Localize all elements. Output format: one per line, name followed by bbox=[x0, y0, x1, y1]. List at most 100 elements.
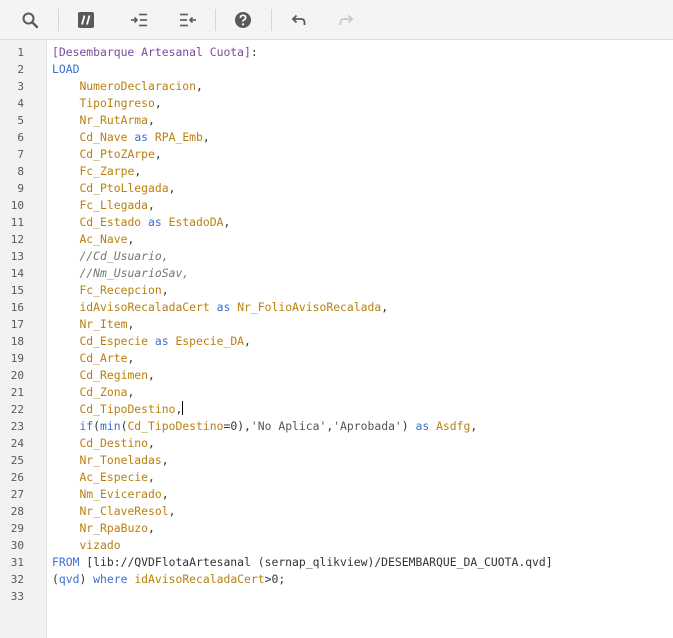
code-text[interactable]: Cd_PtoZArpe, bbox=[52, 146, 161, 163]
code-text[interactable]: Fc_Recepcion, bbox=[52, 282, 169, 299]
code-line[interactable]: 16 idAvisoRecaladaCert as Nr_FolioAvisoR… bbox=[0, 299, 673, 316]
code-text[interactable]: Nr_RpaBuzo, bbox=[52, 520, 154, 537]
code-line[interactable]: 12 Ac_Nave, bbox=[0, 231, 673, 248]
code-text[interactable]: LOAD bbox=[52, 61, 79, 78]
code-line[interactable]: 7 Cd_PtoZArpe, bbox=[0, 146, 673, 163]
code-text[interactable]: (qvd) where idAvisoRecaladaCert>0; bbox=[52, 571, 285, 588]
comment-toggle-icon bbox=[78, 12, 94, 28]
token-str: 'Aprobada' bbox=[333, 419, 402, 433]
token-field: Cd_TipoDestino bbox=[79, 402, 176, 416]
code-text[interactable]: Cd_Especie as Especie_DA, bbox=[52, 333, 250, 350]
token-punct: , bbox=[127, 317, 135, 331]
code-text[interactable]: Cd_PtoLlegada, bbox=[52, 180, 175, 197]
code-text[interactable]: Nm_Evicerado, bbox=[52, 486, 168, 503]
code-line[interactable]: 19 Cd_Arte, bbox=[0, 350, 673, 367]
code-line[interactable]: 2 LOAD bbox=[0, 61, 673, 78]
code-line[interactable]: 24 Cd_Destino, bbox=[0, 435, 673, 452]
token-field: idAvisoRecaladaCert bbox=[79, 300, 210, 314]
code-text[interactable]: Cd_TipoDestino, bbox=[52, 401, 184, 418]
code-line[interactable]: 15 Fc_Recepcion, bbox=[0, 282, 673, 299]
code-line[interactable]: 1 [Desembarque Artesanal Cuota]: bbox=[0, 44, 673, 61]
line-number: 17 bbox=[10, 318, 24, 331]
code-line[interactable]: 6 Cd_Nave as RPA_Emb, bbox=[0, 129, 673, 146]
line-number: 4 bbox=[17, 97, 24, 110]
code-text[interactable]: Cd_Destino, bbox=[52, 435, 154, 452]
code-text[interactable]: Cd_Zona, bbox=[52, 384, 134, 401]
code-line[interactable]: 3 NumeroDeclaracion, bbox=[0, 78, 673, 95]
undo-button[interactable] bbox=[284, 6, 312, 34]
indent-button[interactable] bbox=[125, 6, 153, 34]
code-line[interactable]: 18 Cd_Especie as Especie_DA, bbox=[0, 333, 673, 350]
code-text[interactable]: //Cd_Usuario, bbox=[52, 248, 168, 265]
comment-button[interactable] bbox=[72, 6, 100, 34]
code-line[interactable]: 8 Fc_Zarpe, bbox=[0, 163, 673, 180]
code-text[interactable]: idAvisoRecaladaCert as Nr_FolioAvisoReca… bbox=[52, 299, 388, 316]
redo-icon bbox=[339, 14, 354, 25]
outdent-button[interactable] bbox=[174, 6, 202, 34]
code-line[interactable]: 10 Fc_Llegada, bbox=[0, 197, 673, 214]
code-line[interactable]: 20 Cd_Regimen, bbox=[0, 367, 673, 384]
token-punct: , bbox=[470, 419, 478, 433]
help-button[interactable] bbox=[229, 6, 257, 34]
line-number: 11 bbox=[10, 216, 24, 229]
code-line[interactable]: 23 if(min(Cd_TipoDestino=0),'No Aplica',… bbox=[0, 418, 673, 435]
code-line[interactable]: 30 vizado bbox=[0, 537, 673, 554]
token-field: Cd_Regimen bbox=[79, 368, 149, 382]
code-text[interactable]: FROM [lib://QVDFlotaArtesanal (sernap_ql… bbox=[52, 554, 553, 571]
token-punct: , bbox=[154, 96, 162, 110]
code-line[interactable]: 22 Cd_TipoDestino, bbox=[0, 401, 673, 418]
code-text[interactable]: Cd_Estado as EstadoDA, bbox=[52, 214, 230, 231]
code-text[interactable]: Cd_Nave as RPA_Emb, bbox=[52, 129, 209, 146]
code-text[interactable]: if(min(Cd_TipoDestino=0),'No Aplica','Ap… bbox=[52, 418, 477, 435]
code-line[interactable]: 17 Nr_Item, bbox=[0, 316, 673, 333]
code-line[interactable]: 32 (qvd) where idAvisoRecaladaCert>0; bbox=[0, 571, 673, 588]
line-number: 29 bbox=[10, 522, 24, 535]
code-text[interactable]: NumeroDeclaracion, bbox=[52, 78, 202, 95]
token-kw: as bbox=[134, 130, 149, 144]
token-punct: , bbox=[161, 283, 169, 297]
code-line[interactable]: 29 Nr_RpaBuzo, bbox=[0, 520, 673, 537]
redo-button[interactable] bbox=[333, 6, 361, 34]
code-line[interactable]: 5 Nr_RutArma, bbox=[0, 112, 673, 129]
token-field: Especie_DA bbox=[175, 334, 245, 348]
code-line[interactable]: 4 TipoIngreso, bbox=[0, 95, 673, 112]
code-line[interactable]: 11 Cd_Estado as EstadoDA, bbox=[0, 214, 673, 231]
token-punct: , bbox=[134, 164, 142, 178]
text-cursor bbox=[182, 401, 184, 415]
code-text[interactable]: TipoIngreso, bbox=[52, 95, 162, 112]
code-text[interactable]: Ac_Nave, bbox=[52, 231, 134, 248]
code-text[interactable]: Nr_ClaveResol, bbox=[52, 503, 175, 520]
token-field: Nr_FolioAvisoRecalada bbox=[237, 300, 382, 314]
code-text[interactable]: Fc_Llegada, bbox=[52, 197, 154, 214]
code-text[interactable]: Nr_Item, bbox=[52, 316, 134, 333]
token-punct: , bbox=[168, 504, 176, 518]
line-number: 15 bbox=[10, 284, 24, 297]
script-editor[interactable]: 1 [Desembarque Artesanal Cuota]: 2 LOAD 3 Nu… bbox=[0, 40, 673, 638]
code-line[interactable]: 9 Cd_PtoLlegada, bbox=[0, 180, 673, 197]
code-line[interactable]: 31 FROM [lib://QVDFlotaArtesanal (sernap_… bbox=[0, 554, 673, 571]
code-line[interactable]: 21 Cd_Zona, bbox=[0, 384, 673, 401]
search-button[interactable] bbox=[16, 6, 44, 34]
code-text[interactable]: Cd_Regimen, bbox=[52, 367, 154, 384]
code-text[interactable]: //Nm_UsuarioSav, bbox=[52, 265, 189, 282]
line-number: 30 bbox=[10, 539, 24, 552]
code-text[interactable]: Cd_Arte, bbox=[52, 350, 134, 367]
code-text[interactable]: Nr_RutArma, bbox=[52, 112, 154, 129]
code-text[interactable]: Nr_Toneladas, bbox=[52, 452, 168, 469]
code-text[interactable]: vizado bbox=[52, 537, 120, 554]
code-line[interactable]: 28 Nr_ClaveResol, bbox=[0, 503, 673, 520]
code-text[interactable]: Fc_Zarpe, bbox=[52, 163, 141, 180]
code-line[interactable]: 13 //Cd_Usuario, bbox=[0, 248, 673, 265]
line-number: 9 bbox=[17, 182, 24, 195]
code-line[interactable]: 26 Ac_Especie, bbox=[0, 469, 673, 486]
code-line[interactable]: 25 Nr_Toneladas, bbox=[0, 452, 673, 469]
code-line[interactable]: 33 bbox=[0, 588, 673, 605]
line-number: 33 bbox=[10, 590, 24, 603]
code-text[interactable]: Ac_Especie, bbox=[52, 469, 154, 486]
code-line[interactable]: 27 Nm_Evicerado, bbox=[0, 486, 673, 503]
code-line[interactable]: 14 //Nm_UsuarioSav, bbox=[0, 265, 673, 282]
code-text[interactable]: [Desembarque Artesanal Cuota]: bbox=[52, 44, 258, 61]
